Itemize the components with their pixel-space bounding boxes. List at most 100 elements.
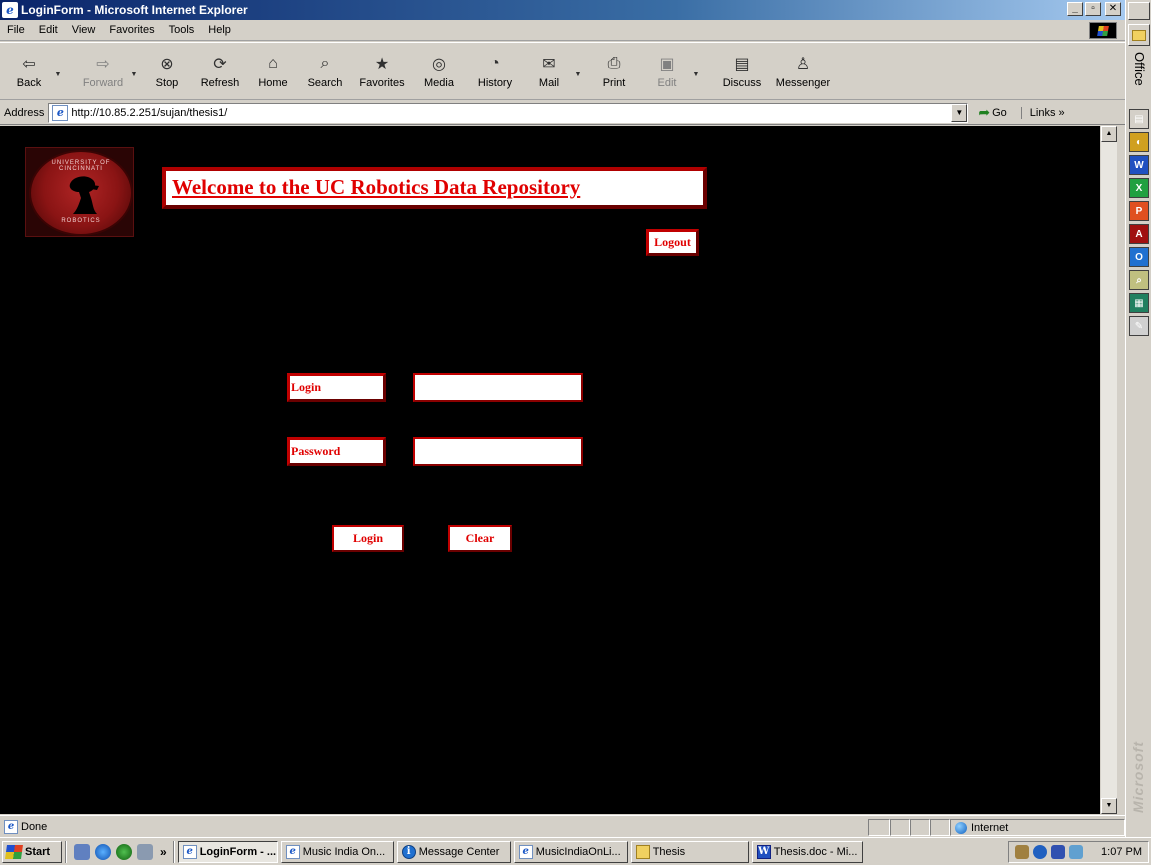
go-label: Go — [992, 106, 1007, 119]
home-button[interactable]: ⌂ Home — [250, 46, 296, 96]
address-url[interactable]: http://10.85.2.251/sujan/thesis1/ — [71, 107, 227, 119]
zone-label: Internet — [971, 821, 1009, 834]
search-button[interactable]: ⌕ Search — [300, 46, 350, 96]
address-input[interactable]: e http://10.85.2.251/sujan/thesis1/ ▼ — [48, 102, 969, 123]
word-icon: W — [756, 844, 771, 859]
clock[interactable]: 1:07 PM — [1101, 846, 1142, 858]
menu-favorites[interactable]: Favorites — [102, 24, 161, 36]
links-button[interactable]: Links » — [1020, 106, 1065, 119]
discuss-icon: ▤ — [734, 56, 750, 73]
mail-button[interactable]: ✉ Mail — [526, 46, 572, 96]
stop-icon: ⊗ — [160, 56, 174, 73]
office-app-2[interactable]: ◐ — [1129, 132, 1149, 152]
messenger-tray-icon[interactable] — [1069, 845, 1084, 859]
powerpoint-icon[interactable]: P — [1129, 201, 1149, 221]
forward-button[interactable]: ⇨ Forward — [78, 46, 128, 96]
taskbar-task[interactable]: e LoginForm - ... — [177, 840, 278, 863]
forward-dropdown-icon[interactable]: ▼ — [128, 71, 140, 78]
start-button[interactable]: Start — [2, 840, 62, 863]
system-tray: 1:07 PM — [1008, 841, 1149, 863]
antivirus-tray-icon[interactable] — [1051, 845, 1066, 859]
vertical-scrollbar[interactable]: ▲ ▼ — [1100, 126, 1117, 814]
clear-button[interactable]: Clear — [448, 525, 512, 552]
history-button[interactable]: ◔ History — [468, 46, 522, 96]
stop-button[interactable]: ⊗ Stop — [144, 46, 190, 96]
edit-dropdown-icon[interactable]: ▼ — [690, 71, 702, 78]
print-icon: ⎙ — [607, 55, 621, 72]
media-button[interactable]: ◎ Media — [414, 46, 464, 96]
home-icon: ⌂ — [268, 55, 278, 72]
task-label: Music India On... — [302, 845, 386, 858]
stop-label: Stop — [155, 77, 179, 89]
status-panes: Internet — [868, 819, 1125, 836]
robot-silhouette-icon — [69, 176, 99, 214]
task-buttons: e LoginForm - ... e Music India On... i Messa… — [177, 840, 866, 863]
network-tray-icon[interactable] — [1033, 845, 1048, 859]
ie-icon: e — [285, 844, 300, 859]
office-bar-menu-button[interactable] — [1128, 2, 1150, 20]
page-viewport: UNIVERSITY OF CINCINNATI ROBOTICS Welcom… — [0, 126, 1100, 814]
history-icon: ◔ — [490, 55, 500, 72]
edit-button[interactable]: ▣ Edit — [644, 46, 690, 96]
media-player-icon[interactable] — [116, 843, 132, 860]
taskbar-task[interactable]: i Message Center — [396, 840, 511, 863]
minimize-button[interactable]: _ — [1067, 2, 1083, 16]
excel-icon[interactable]: X — [1129, 178, 1149, 198]
window-title-bar[interactable]: e LoginForm - Microsoft Internet Explore… — [0, 0, 1125, 20]
volume-tray-icon[interactable] — [1015, 845, 1030, 859]
messenger-button[interactable]: ♙ Messenger — [772, 46, 834, 96]
task-label: Thesis.doc - Mi... — [773, 845, 858, 858]
ie-icon: e — [518, 844, 533, 859]
show-desktop-icon[interactable] — [74, 843, 90, 860]
office-folder-button[interactable] — [1128, 24, 1150, 46]
quick-launch-chevron[interactable]: » — [160, 845, 167, 859]
print-button[interactable]: ⎙ Print — [588, 46, 640, 96]
mail-dropdown-icon[interactable]: ▼ — [572, 71, 584, 78]
address-dropdown-button[interactable]: ▼ — [951, 103, 968, 122]
taskbar-separator-2 — [172, 840, 175, 863]
login-input[interactable] — [413, 373, 583, 402]
office-app-9[interactable]: ▦ — [1129, 293, 1149, 313]
access-icon[interactable]: A — [1129, 224, 1149, 244]
window-controls: _ ▫ ✕ — [1067, 2, 1121, 16]
folder-icon — [1132, 29, 1146, 41]
welcome-link[interactable]: Welcome to the UC Robotics Data Reposito… — [172, 175, 580, 200]
discuss-button[interactable]: ▤ Discuss — [716, 46, 768, 96]
login-button[interactable]: Login — [332, 525, 404, 552]
history-label: History — [477, 77, 513, 89]
office-app-list: ▤ ◐ W X P A O ⌕ ▦ ✎ — [1126, 109, 1151, 336]
menu-edit[interactable]: Edit — [32, 24, 65, 36]
office-app-10[interactable]: ✎ — [1129, 316, 1149, 336]
taskbar-task[interactable]: e Music India On... — [280, 840, 394, 863]
outlook-quicklaunch-icon[interactable] — [137, 843, 153, 860]
word-icon[interactable]: W — [1129, 155, 1149, 175]
go-button[interactable]: ➦ Go — [978, 104, 1006, 121]
menu-tools[interactable]: Tools — [162, 24, 202, 36]
go-arrow-icon: ➦ — [978, 104, 991, 120]
taskbar-task[interactable]: e MusicIndiaOnLi... — [513, 840, 628, 863]
status-pane-2 — [890, 819, 910, 836]
back-dropdown-icon[interactable]: ▼ — [52, 71, 64, 78]
status-pane-4 — [930, 819, 950, 836]
office-app-1[interactable]: ▤ — [1129, 109, 1149, 129]
folder-icon — [635, 844, 650, 859]
favorites-button[interactable]: ★ Favorites — [354, 46, 410, 96]
taskbar-task[interactable]: W Thesis.doc - Mi... — [751, 840, 863, 863]
refresh-button[interactable]: ⟳ Refresh — [194, 46, 246, 96]
outlook-icon[interactable]: O — [1129, 247, 1149, 267]
maximize-button[interactable]: ▫ — [1085, 2, 1101, 16]
menu-help[interactable]: Help — [201, 24, 238, 36]
security-zone[interactable]: Internet — [950, 819, 1125, 836]
find-icon[interactable]: ⌕ — [1129, 270, 1149, 290]
messenger-label: Messenger — [775, 77, 831, 89]
ie-quicklaunch-icon[interactable] — [95, 843, 111, 860]
back-button[interactable]: ⇦ Back — [6, 46, 52, 96]
password-input[interactable] — [413, 437, 583, 466]
scroll-down-button[interactable]: ▼ — [1101, 798, 1117, 814]
taskbar-task[interactable]: Thesis — [630, 840, 749, 863]
logout-button[interactable]: Logout — [646, 229, 699, 256]
menu-file[interactable]: File — [0, 24, 32, 36]
scroll-up-button[interactable]: ▲ — [1101, 126, 1117, 142]
close-button[interactable]: ✕ — [1105, 2, 1121, 16]
menu-view[interactable]: View — [65, 24, 103, 36]
